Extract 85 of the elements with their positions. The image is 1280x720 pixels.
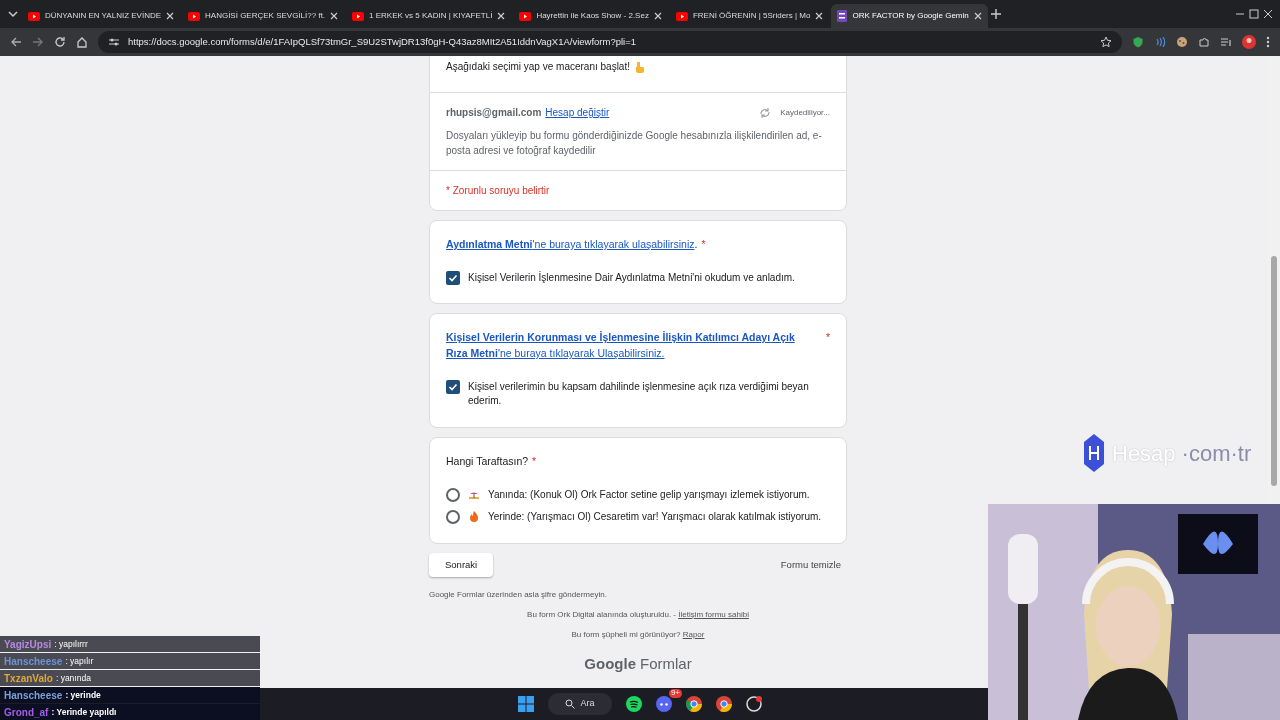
play-icon bbox=[28, 11, 40, 21]
search-icon bbox=[565, 699, 576, 709]
radio-button[interactable] bbox=[446, 510, 460, 524]
saving-status: Kaydediliyor... bbox=[780, 106, 830, 119]
play-icon bbox=[675, 11, 688, 21]
checkbox[interactable] bbox=[446, 270, 460, 285]
close-icon[interactable] bbox=[653, 12, 662, 20]
checkmark-icon bbox=[448, 272, 458, 283]
browser-tab[interactable]: 1 ERKEK vs 5 KADIN | KIYAFETLİ bbox=[346, 4, 512, 28]
pointing-hand-icon bbox=[634, 60, 645, 73]
switch-account-link[interactable]: Hesap değiştir bbox=[545, 105, 610, 120]
music-app-icon[interactable] bbox=[626, 696, 642, 712]
report-link[interactable]: Rapor bbox=[682, 629, 705, 639]
back-icon[interactable] bbox=[10, 36, 22, 48]
close-icon[interactable] bbox=[497, 12, 506, 20]
browser-tab[interactable]: HANGİSİ GERÇEK SEVGİLİ?? ft. bbox=[182, 4, 345, 28]
site-settings-icon[interactable] bbox=[108, 37, 120, 47]
maximize-icon[interactable] bbox=[1248, 8, 1260, 20]
close-icon[interactable] bbox=[330, 12, 339, 20]
overlay-logo-domain: ·com·tr bbox=[1181, 439, 1252, 468]
chat-message: Hanscheese : yerinde bbox=[0, 687, 260, 703]
taskbar-search[interactable]: Ara bbox=[548, 693, 612, 715]
home-icon[interactable] bbox=[76, 36, 88, 48]
checkbox[interactable] bbox=[446, 379, 460, 394]
close-icon[interactable] bbox=[166, 12, 175, 20]
form-icon bbox=[837, 10, 848, 22]
clear-form-button[interactable]: Formu temizle bbox=[774, 556, 847, 573]
wave-icon[interactable] bbox=[1154, 36, 1166, 48]
radio-button[interactable] bbox=[446, 487, 460, 502]
account-email: rhupsis@gmail.com bbox=[446, 106, 542, 120]
footer-text: Bu form Ork Digital alanında oluşturuldu. - bbox=[527, 609, 678, 619]
browser-tab[interactable]: DÜNYANIN EN YALNIZ EVİNDE bbox=[22, 4, 181, 28]
option-label: Yerinde: (Yarışmacı Ol) Cesaretim var! Yarışmacı olarak katılmak istiyorum. bbox=[488, 510, 822, 524]
option-label: Kişisel verilerimin bu kapsam dahilinde işlenmesine açık rıza verdiğimi beyan ederim. bbox=[468, 379, 810, 409]
reload-icon[interactable] bbox=[54, 36, 66, 48]
browser-tab[interactable]: Hayrettin ile Kaos Show - 2.Sez bbox=[513, 4, 668, 28]
browser-tab[interactable]: FRENİ ÖĞRENİN | 5Sriders | Mo bbox=[669, 4, 830, 28]
required-asterisk: * bbox=[532, 453, 537, 469]
option-label: Yanında: (Konuk Ol) Ork Factor setine gelip yarışmayı izlemek istiyorum. bbox=[488, 487, 810, 502]
contact-owner-link[interactable]: İletişim formu sahibi bbox=[678, 609, 749, 619]
cookie-icon[interactable] bbox=[1176, 36, 1188, 48]
play-icon bbox=[188, 11, 201, 21]
playlist-icon[interactable] bbox=[1220, 36, 1232, 48]
recorder-icon[interactable] bbox=[746, 696, 762, 712]
play-icon bbox=[519, 11, 532, 21]
intro-text: Aşağıdaki seçimi yap ve maceranı başlat! bbox=[446, 60, 630, 74]
chat-message: TxzanValo : yanında bbox=[0, 670, 260, 686]
browser-tab[interactable]: ORK FACTOR by Google Gemin bbox=[831, 4, 988, 28]
browser-icon[interactable] bbox=[686, 696, 702, 712]
chat-message: YagizUpsi : yapılırrr bbox=[0, 636, 260, 652]
browser-icon[interactable] bbox=[716, 696, 732, 712]
scrollbar-thumb[interactable] bbox=[1271, 256, 1277, 486]
close-icon[interactable] bbox=[1262, 8, 1274, 20]
logo-mark-icon bbox=[1082, 434, 1106, 472]
required-asterisk: * bbox=[825, 330, 830, 346]
close-icon[interactable] bbox=[973, 12, 982, 20]
google-logo: Google bbox=[584, 654, 636, 672]
option-label: Kişisel Verilerin İşlenmesine Dair Aydınlatma Metni'ni okudum ve anladım. bbox=[468, 270, 795, 285]
forms-logo-text: Formlar bbox=[640, 654, 692, 672]
forward-icon[interactable] bbox=[32, 36, 44, 48]
windows-start-icon[interactable] bbox=[518, 696, 534, 712]
notification-count: 9+ bbox=[668, 689, 682, 698]
title-period: . bbox=[694, 237, 698, 252]
checkmark-icon bbox=[448, 381, 458, 392]
shield-icon[interactable] bbox=[1132, 36, 1144, 48]
sync-icon bbox=[758, 106, 773, 119]
play-icon bbox=[352, 11, 365, 21]
new-tab-icon[interactable] bbox=[989, 8, 1002, 20]
menu-icon[interactable] bbox=[1266, 36, 1270, 48]
next-button[interactable]: Sonraki bbox=[429, 552, 494, 577]
footer-text: Bu form şüpheli mi görünüyor? bbox=[571, 629, 682, 639]
close-icon[interactable] bbox=[815, 12, 824, 20]
required-note: * Zorunlu soruyu belirtir bbox=[446, 185, 550, 196]
star-icon[interactable] bbox=[1100, 36, 1112, 48]
consent-text-link[interactable]: Kişisel Verilerin Korunması ve İşlenmesine İlişkin Katılımcı Adayı Açık Rıza Metni'ne buraya tıklayarak Ulaşabilirsiniz. bbox=[446, 330, 802, 362]
chat-app-icon[interactable] bbox=[656, 696, 672, 712]
puzzle-icon[interactable] bbox=[1198, 36, 1210, 48]
chat-message: Grond_af : Yerinde yapıldı bbox=[0, 704, 260, 720]
question-title: Hangi Taraftasın? bbox=[446, 453, 529, 469]
fire-icon bbox=[468, 510, 480, 522]
profile-avatar-icon[interactable] bbox=[1242, 35, 1256, 49]
account-notice: Dosyaları yükleyip bu formu gönderdiğinizde Google hesabınızla ilişkilendirilen ad, e-posta adresi ve fotoğraf kaydedilir bbox=[446, 129, 823, 158]
chat-message: Hanscheese : yapılır bbox=[0, 653, 260, 669]
required-asterisk: * bbox=[701, 237, 706, 252]
password-warning: Google Formlar üzerinden asla şifre göndermeyin. bbox=[429, 588, 608, 601]
